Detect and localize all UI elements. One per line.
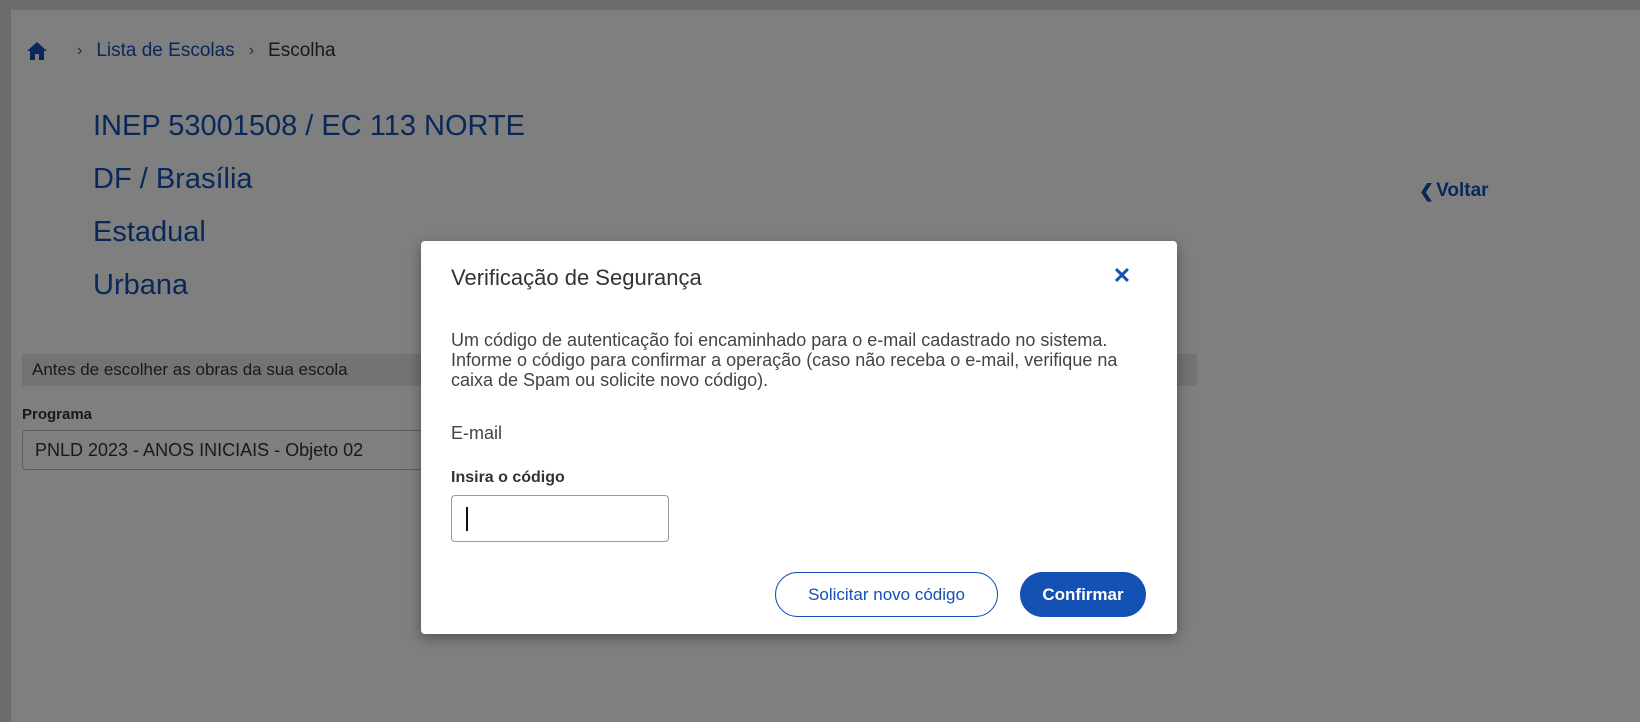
confirm-button[interactable]: Confirmar <box>1020 572 1146 617</box>
modal-title: Verificação de Segurança <box>451 265 702 290</box>
text-cursor <box>466 507 468 531</box>
modal-description: Um código de autenticação foi encaminhad… <box>451 330 1118 390</box>
close-icon[interactable]: ✕ <box>1111 265 1133 287</box>
security-modal: Verificação de Segurança ✕ Um código de … <box>421 241 1177 634</box>
code-label: Insira o código <box>451 469 565 486</box>
resend-code-button[interactable]: Solicitar novo código <box>775 572 998 617</box>
code-input[interactable] <box>451 495 669 542</box>
email-label: E-mail <box>451 423 503 443</box>
